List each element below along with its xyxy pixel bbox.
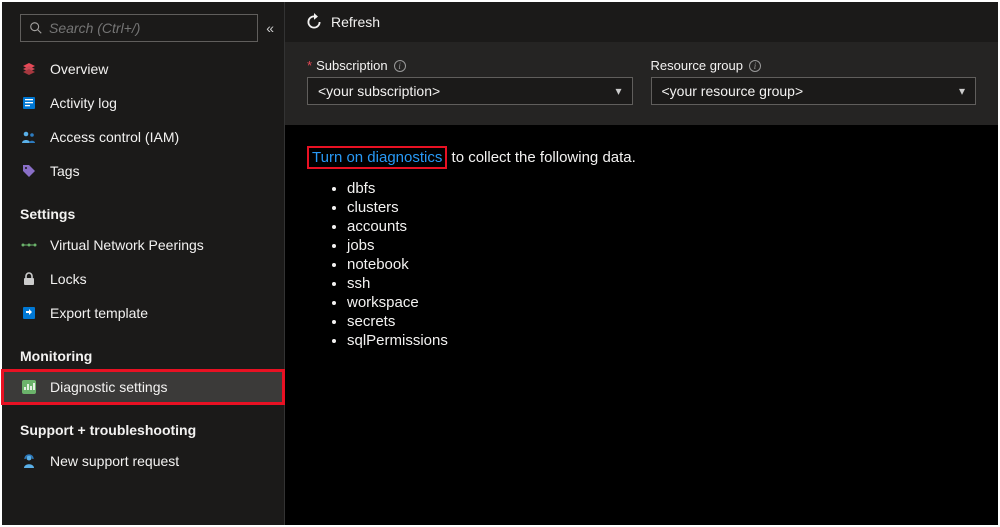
subscription-dropdown[interactable]: <your subscription> ▾ [307,77,633,105]
list-item: notebook [347,256,976,273]
sidebar-item-vnet-peerings[interactable]: Virtual Network Peerings [2,228,284,262]
content-area: Turn on diagnostics to collect the follo… [285,127,998,373]
collapse-sidebar-button[interactable]: « [266,20,274,36]
info-icon[interactable]: i [394,60,406,72]
resource-group-dropdown[interactable]: <your resource group> ▾ [651,77,977,105]
diagnostics-suffix: to collect the following data. [447,149,635,166]
subscription-value: <your subscription> [318,83,440,99]
diagnostic-settings-icon [20,378,38,396]
sidebar-item-tags[interactable]: Tags [2,154,284,188]
refresh-icon [305,13,323,31]
support-request-icon [20,452,38,470]
resource-group-value: <your resource group> [662,83,804,99]
sidebar-item-label: Diagnostic settings [50,379,168,395]
diagnostics-list: dbfs clusters accounts jobs notebook ssh… [347,180,976,349]
sidebar-item-label: Activity log [50,95,117,111]
sidebar-item-label: Locks [50,271,87,287]
sidebar-item-export-template[interactable]: Export template [2,296,284,330]
list-item: ssh [347,275,976,292]
sidebar-item-label: Access control (IAM) [50,129,179,145]
sidebar-item-label: Export template [50,305,148,321]
tags-icon [20,162,38,180]
list-item: jobs [347,237,976,254]
sidebar-item-access-control[interactable]: Access control (IAM) [2,120,284,154]
resource-group-label: Resource group i [651,58,977,73]
required-asterisk: * [307,58,312,73]
toolbar: Refresh [285,2,998,42]
sidebar-item-label: Tags [50,163,80,179]
sidebar-item-locks[interactable]: Locks [2,262,284,296]
list-item: dbfs [347,180,976,197]
locks-icon [20,270,38,288]
list-item: accounts [347,218,976,235]
sidebar-item-diagnostic-settings[interactable]: Diagnostic settings [2,370,284,404]
refresh-button[interactable]: Refresh [305,13,380,31]
list-item: sqlPermissions [347,332,976,349]
search-box[interactable] [20,14,258,42]
sidebar-item-label: Virtual Network Peerings [50,237,204,253]
sidebar-item-activity-log[interactable]: Activity log [2,86,284,120]
filters-bar: * Subscription i <your subscription> ▾ R… [285,42,998,127]
turn-on-diagnostics-link[interactable]: Turn on diagnostics [307,146,447,169]
list-item: secrets [347,313,976,330]
chevron-down-icon: ▾ [615,84,621,98]
chevron-down-icon: ▾ [959,84,965,98]
search-input[interactable] [49,20,249,36]
activity-log-icon [20,94,38,112]
sidebar-item-new-support-request[interactable]: New support request [2,444,284,478]
subscription-label: * Subscription i [307,58,633,73]
sidebar-item-label: Overview [50,61,108,77]
search-icon [29,21,43,35]
access-control-icon [20,128,38,146]
sidebar-item-label: New support request [50,453,179,469]
sidebar-item-overview[interactable]: Overview [2,52,284,86]
list-item: workspace [347,294,976,311]
section-header-support: Support + troubleshooting [2,404,284,444]
info-icon[interactable]: i [749,60,761,72]
overview-icon [20,60,38,78]
list-item: clusters [347,199,976,216]
diagnostics-prompt: Turn on diagnostics to collect the follo… [307,149,976,166]
section-header-monitoring: Monitoring [2,330,284,370]
section-header-settings: Settings [2,188,284,228]
refresh-label: Refresh [331,14,380,30]
main-panel: Refresh * Subscription i <your subscript… [285,2,998,525]
vnet-peerings-icon [20,236,38,254]
sidebar: « Overview Activity log Access control (… [2,2,285,525]
export-template-icon [20,304,38,322]
